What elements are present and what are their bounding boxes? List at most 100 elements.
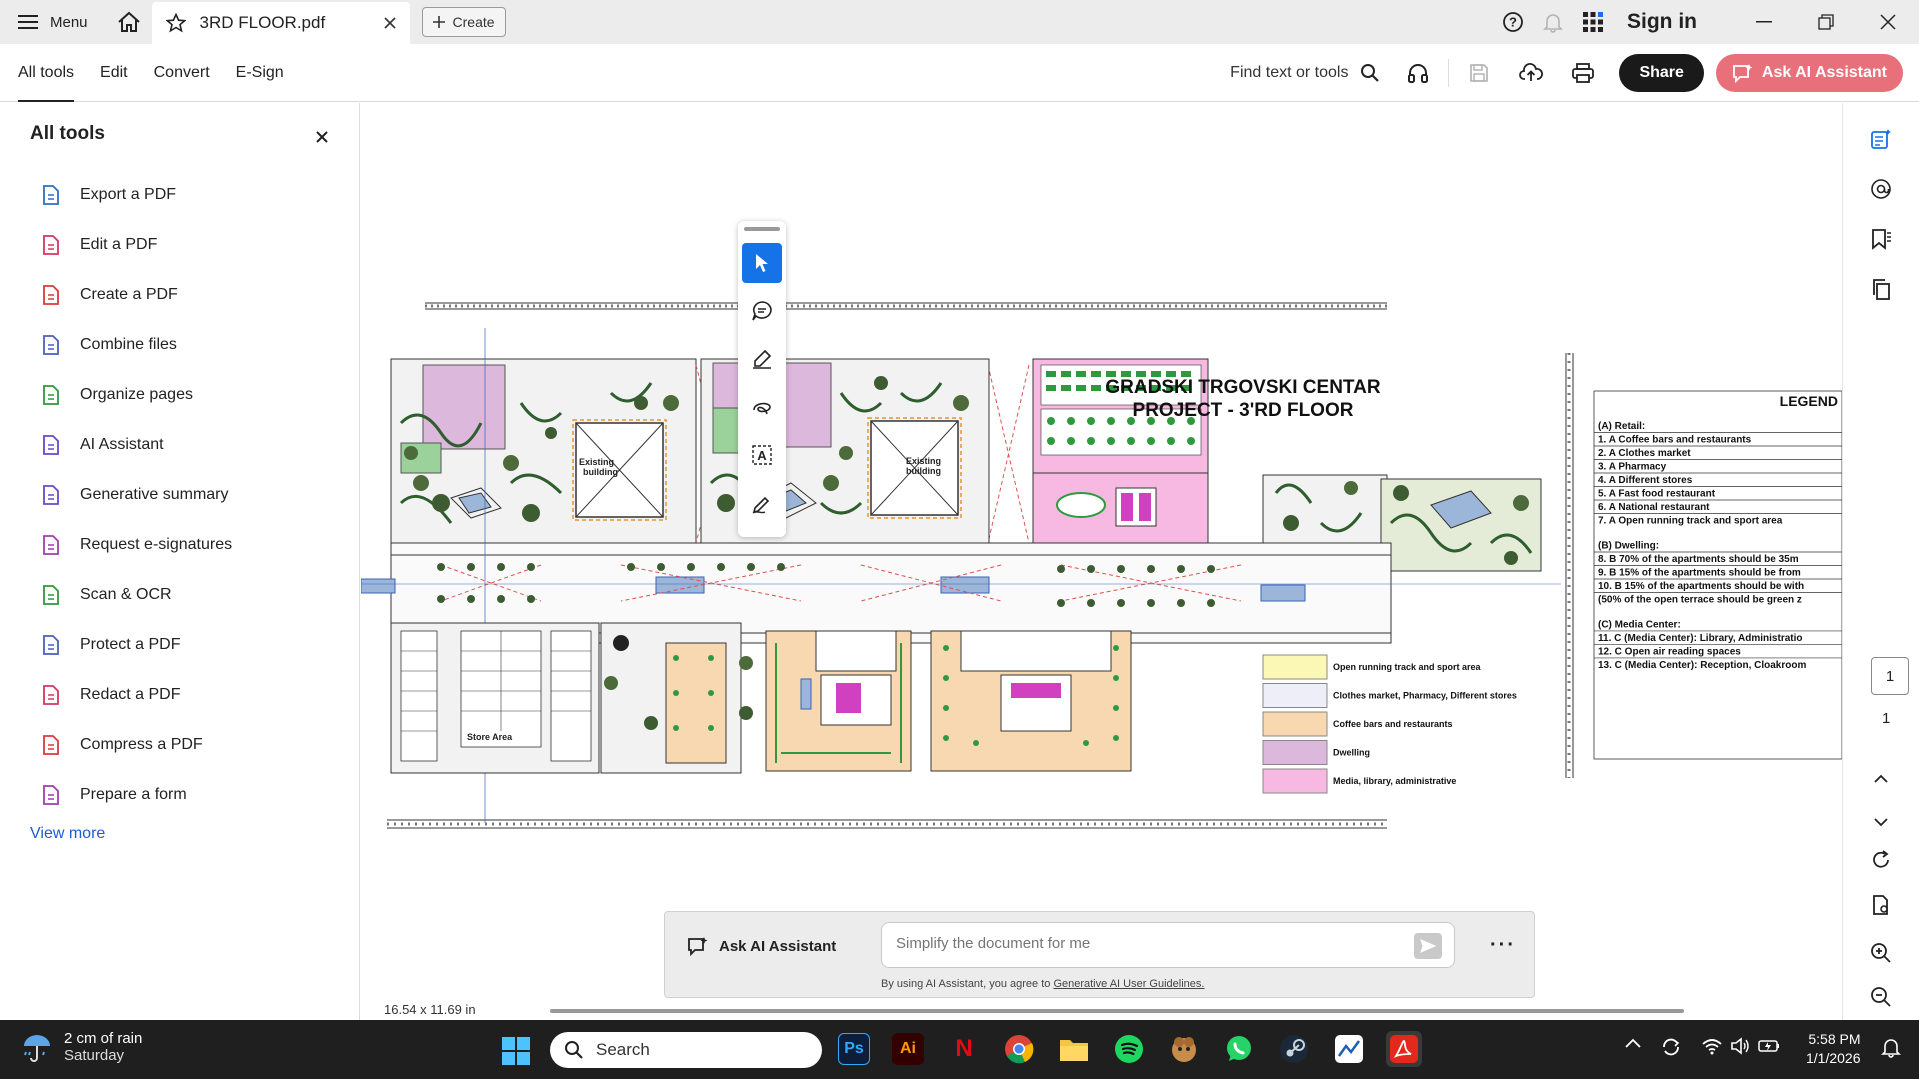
tool-item-label: Redact a PDF bbox=[80, 686, 181, 703]
taskbar-search[interactable]: Search bbox=[550, 1032, 822, 1068]
netflix-app-icon[interactable]: N bbox=[948, 1033, 980, 1065]
whatsapp-app-icon[interactable] bbox=[1223, 1033, 1255, 1065]
tool-item-prepare-form[interactable]: Prepare a form bbox=[40, 770, 232, 820]
game-app-icon[interactable] bbox=[1168, 1033, 1200, 1065]
tab-all-tools[interactable]: All tools bbox=[18, 44, 75, 102]
read-aloud-button[interactable] bbox=[1398, 51, 1438, 95]
tool-item-export-pdf[interactable]: Export a PDF bbox=[40, 170, 232, 220]
ask-ai-assistant-button[interactable]: Ask AI Assistant bbox=[1715, 53, 1903, 92]
restore-button[interactable] bbox=[1795, 0, 1857, 44]
ai-prompt-field[interactable] bbox=[881, 922, 1455, 968]
printer-icon bbox=[1572, 62, 1595, 83]
tool-item-generative-summary[interactable]: Generative summary bbox=[40, 470, 232, 520]
draw-tool-button[interactable] bbox=[742, 387, 782, 427]
organize-pages-icon bbox=[43, 385, 59, 405]
illustrator-app-icon[interactable]: Ai bbox=[892, 1033, 924, 1065]
stocks-app-icon[interactable] bbox=[1333, 1033, 1365, 1065]
system-clock[interactable]: 5:58 PM 1/1/2026 bbox=[1806, 1030, 1861, 1068]
document-viewport[interactable]: Existing building Existing building GRAD… bbox=[361, 103, 1842, 1020]
legend-text: 1. A Coffee bars and restaurants bbox=[1598, 435, 1752, 446]
prepare-form-icon bbox=[43, 785, 59, 805]
view-more-link[interactable]: View more bbox=[30, 825, 105, 843]
drag-handle[interactable] bbox=[744, 227, 780, 231]
chrome-app-icon[interactable] bbox=[1003, 1033, 1035, 1065]
main-toolbar: All tools Edit Convert E-Sign Find text … bbox=[0, 44, 1919, 102]
comment-tool-button[interactable] bbox=[742, 291, 782, 331]
highlight-tool-button[interactable] bbox=[742, 339, 782, 379]
page-settings-button[interactable] bbox=[1865, 889, 1897, 921]
network-status-button[interactable] bbox=[1702, 1037, 1722, 1055]
text-tool-button[interactable]: A bbox=[742, 435, 782, 475]
battery-button[interactable] bbox=[1758, 1038, 1780, 1054]
close-tab-icon[interactable] bbox=[383, 17, 396, 29]
start-button[interactable] bbox=[502, 1037, 530, 1070]
create-button[interactable]: Create bbox=[421, 7, 506, 37]
tab-convert[interactable]: Convert bbox=[154, 44, 210, 102]
tab-edit[interactable]: Edit bbox=[100, 44, 128, 102]
page-number-input[interactable]: 1 bbox=[1871, 657, 1909, 695]
close-window-button[interactable] bbox=[1857, 0, 1919, 44]
spotify-app-icon[interactable] bbox=[1113, 1033, 1145, 1065]
tool-item-combine-files[interactable]: Combine files bbox=[40, 320, 232, 370]
tool-item-ai-assistant[interactable]: AI Assistant bbox=[40, 420, 232, 470]
right-rail bbox=[1842, 103, 1919, 1020]
upload-button[interactable] bbox=[1511, 51, 1551, 95]
document-gear-icon bbox=[1873, 895, 1888, 915]
tray-overflow-button[interactable] bbox=[1625, 1038, 1641, 1048]
photoshop-app-icon[interactable]: Ps bbox=[838, 1033, 870, 1065]
tool-item-scan-ocr[interactable]: Scan & OCR bbox=[40, 570, 232, 620]
save-button[interactable] bbox=[1459, 51, 1499, 95]
document-tab[interactable]: 3RD FLOOR.pdf bbox=[151, 2, 410, 44]
file-explorer-app-icon[interactable] bbox=[1058, 1033, 1090, 1065]
steam-app-icon[interactable] bbox=[1278, 1033, 1310, 1065]
horizontal-scrollbar[interactable] bbox=[550, 1009, 1684, 1013]
guidelines-link[interactable]: Generative AI User Guidelines. bbox=[1053, 978, 1204, 990]
tool-item-protect-pdf[interactable]: Protect a PDF bbox=[40, 620, 232, 670]
help-button[interactable]: ? bbox=[1493, 0, 1533, 44]
tool-item-create-pdf[interactable]: Create a PDF bbox=[40, 270, 232, 320]
notification-center-button[interactable] bbox=[1880, 1036, 1902, 1058]
bookmarks-button[interactable] bbox=[1865, 223, 1897, 255]
select-tool-button[interactable] bbox=[742, 243, 782, 283]
tool-item-compress-pdf[interactable]: Compress a PDF bbox=[40, 720, 232, 770]
tool-item-organize-pages[interactable]: Organize pages bbox=[40, 370, 232, 420]
close-panel-button[interactable] bbox=[316, 123, 328, 149]
ai-prompt-input[interactable] bbox=[896, 935, 1396, 952]
comment-at-icon bbox=[1871, 179, 1891, 199]
minimize-button[interactable] bbox=[1733, 0, 1795, 44]
weather-widget[interactable]: 2 cm of rain Saturday bbox=[20, 1030, 142, 1064]
print-button[interactable] bbox=[1563, 51, 1603, 95]
sign-tool-button[interactable] bbox=[742, 483, 782, 523]
sign-in-button[interactable]: Sign in bbox=[1613, 10, 1733, 34]
scroll-down-button[interactable] bbox=[1865, 806, 1897, 838]
volume-button[interactable] bbox=[1730, 1037, 1750, 1055]
notifications-button[interactable] bbox=[1533, 0, 1573, 44]
zoom-out-button[interactable] bbox=[1865, 981, 1897, 1013]
export-pdf-icon bbox=[43, 185, 59, 205]
chevron-up-icon bbox=[1874, 774, 1888, 783]
tool-item-redact-pdf[interactable]: Redact a PDF bbox=[40, 670, 232, 720]
star-icon[interactable] bbox=[165, 13, 186, 33]
acrobat-app-icon[interactable] bbox=[1386, 1031, 1422, 1067]
rotate-button[interactable] bbox=[1865, 844, 1897, 876]
terms-prefix: By using AI Assistant, you agree to bbox=[881, 978, 1054, 990]
existing-building-label-1: Existing bbox=[579, 457, 614, 467]
sync-tray-button[interactable] bbox=[1660, 1036, 1682, 1058]
comments-button[interactable] bbox=[1865, 173, 1897, 205]
scroll-up-button[interactable] bbox=[1865, 762, 1897, 794]
tool-item-request-esign[interactable]: Request e-signatures bbox=[40, 520, 232, 570]
ai-summary-button[interactable] bbox=[1865, 123, 1897, 155]
find-tools-button[interactable]: Find text or tools bbox=[1230, 63, 1380, 83]
tool-item-edit-pdf[interactable]: Edit a PDF bbox=[40, 220, 232, 270]
more-options-button[interactable]: ··· bbox=[1490, 934, 1516, 957]
menu-button[interactable]: Menu bbox=[0, 0, 106, 44]
tab-esign[interactable]: E-Sign bbox=[236, 44, 284, 102]
zoom-in-button[interactable] bbox=[1865, 937, 1897, 969]
apps-button[interactable] bbox=[1573, 0, 1613, 44]
share-button[interactable]: Share bbox=[1619, 53, 1704, 92]
notification-bell-icon bbox=[1881, 1039, 1901, 1058]
pages-button[interactable] bbox=[1865, 273, 1897, 305]
zoom-out-icon bbox=[1871, 987, 1891, 1007]
send-button[interactable] bbox=[1414, 933, 1442, 959]
home-button[interactable] bbox=[106, 0, 152, 44]
